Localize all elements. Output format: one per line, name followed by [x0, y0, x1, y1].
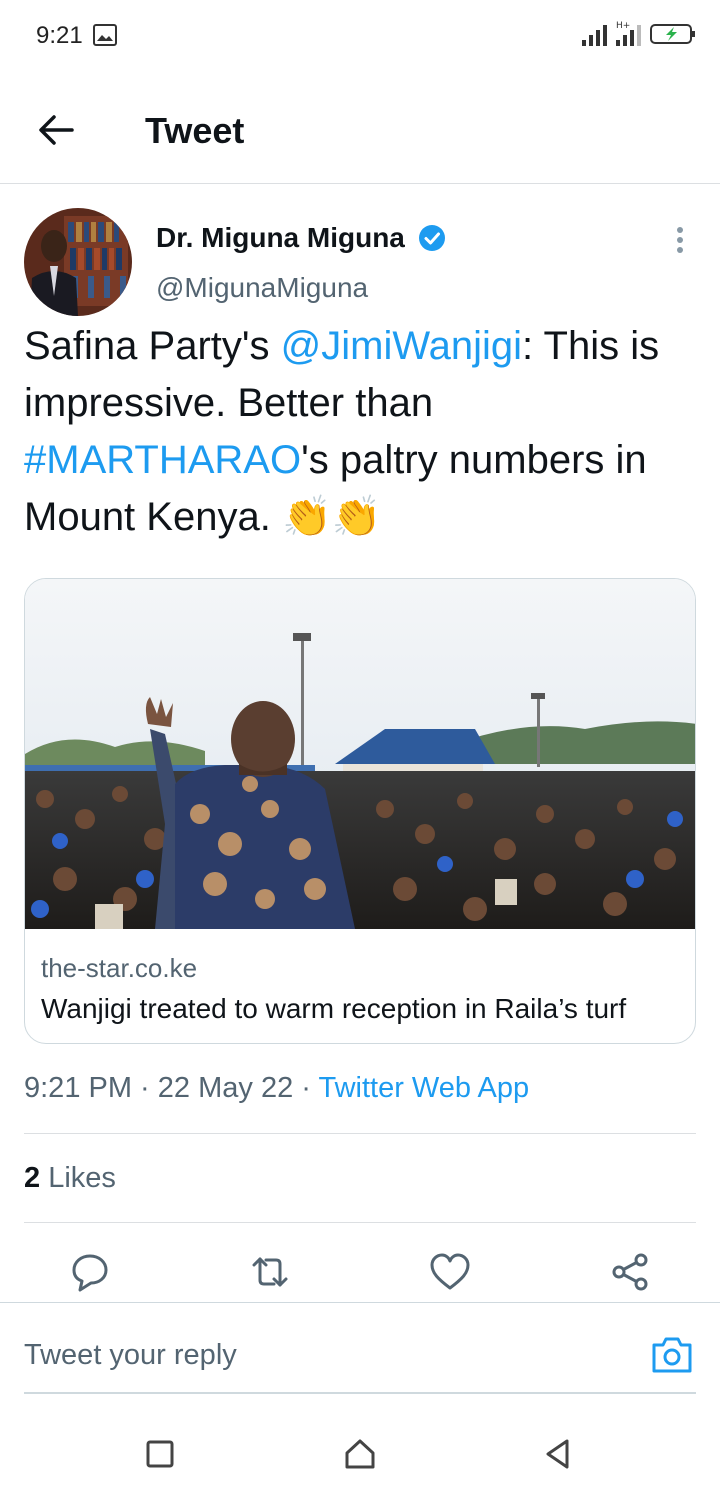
card-title: Wanjigi treated to warm reception in Rai…	[41, 993, 627, 1024]
hashtag-link[interactable]: #MARTHARAO	[24, 438, 301, 482]
avatar[interactable]	[24, 208, 132, 316]
recent-apps-icon[interactable]	[142, 1436, 178, 1472]
card-domain: the-star.co.ke	[41, 953, 198, 983]
likes-number: 2	[24, 1162, 41, 1194]
tweet-time: 9:21 PM	[24, 1072, 132, 1104]
divider	[24, 1222, 696, 1223]
reply-underline	[24, 1392, 696, 1394]
likes-label: Likes	[40, 1162, 116, 1194]
status-time: 9:21	[36, 22, 83, 49]
arrow-left-icon[interactable]	[34, 108, 78, 152]
reply-icon[interactable]	[68, 1250, 112, 1294]
page-title: Tweet	[145, 110, 245, 151]
signal-icon	[582, 24, 608, 51]
divider	[24, 1133, 696, 1134]
status-right: H+	[582, 20, 696, 51]
retweet-icon[interactable]	[248, 1250, 292, 1294]
mention-link[interactable]: @JimiWanjigi	[281, 324, 522, 368]
share-icon[interactable]	[608, 1250, 652, 1294]
like-icon[interactable]	[428, 1250, 472, 1294]
svg-text:H+: H+	[616, 21, 630, 31]
author-name[interactable]: Dr. Miguna Miguna	[156, 222, 405, 254]
home-icon[interactable]	[342, 1436, 378, 1472]
reply-input[interactable]: Tweet your reply	[24, 1339, 237, 1372]
more-options-icon[interactable]	[668, 222, 692, 258]
back-icon[interactable]	[540, 1436, 576, 1472]
tweet-meta: 9:21 PM · 22 May 22 · Twitter Web App	[24, 1072, 529, 1105]
status-bar: 9:21 H+	[0, 0, 720, 72]
author-handle[interactable]: @MigunaMiguna	[156, 272, 368, 304]
tweet-text-part: Safina Party's	[24, 324, 281, 368]
tweet-date: 22 May 22	[157, 1072, 294, 1104]
meta-separator: ·	[293, 1072, 319, 1104]
clapping-emoji: 👏👏	[281, 495, 382, 539]
battery-charging-icon	[650, 22, 696, 51]
meta-separator: ·	[132, 1072, 158, 1104]
system-nav-bar	[0, 1410, 720, 1500]
link-card[interactable]: the-star.co.ke Wanjigi treated to warm r…	[24, 578, 696, 1044]
signal-hplus-icon: H+	[616, 20, 642, 51]
reply-bar: Tweet your reply	[0, 1302, 720, 1394]
camera-icon[interactable]	[650, 1333, 694, 1375]
likes-count[interactable]: 2 Likes	[24, 1162, 116, 1195]
tweet-source-link[interactable]: Twitter Web App	[318, 1072, 529, 1104]
app-header: Tweet	[0, 90, 720, 184]
tweet-text: Safina Party's @JimiWanjigi: This is imp…	[24, 318, 696, 546]
gallery-icon	[93, 24, 117, 51]
card-image	[25, 579, 695, 929]
verified-badge-icon	[418, 224, 446, 257]
